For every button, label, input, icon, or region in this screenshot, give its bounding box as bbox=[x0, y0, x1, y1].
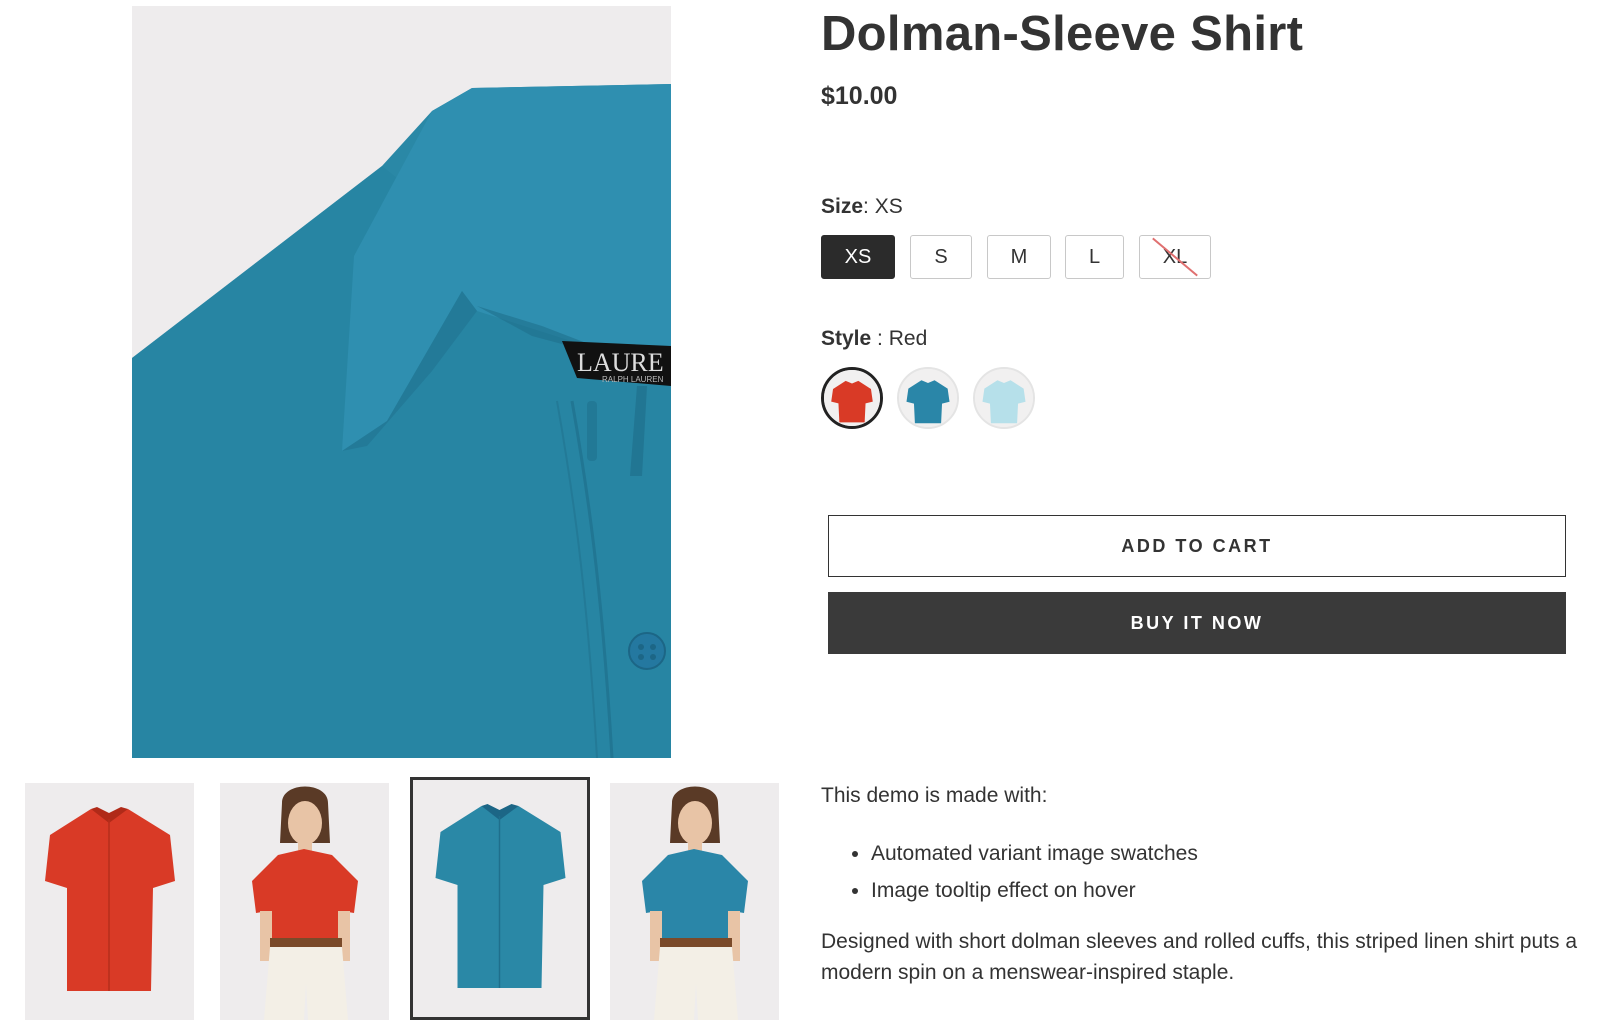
feature-item: Image tooltip effect on hover bbox=[871, 875, 1581, 906]
size-option-xs[interactable]: XS bbox=[821, 235, 895, 279]
style-label-row: Style : Red bbox=[821, 327, 927, 351]
unavailable-strike-icon bbox=[1152, 237, 1198, 277]
buy-now-button[interactable]: BUY IT NOW bbox=[828, 592, 1566, 654]
thumbnail-blue-model[interactable] bbox=[610, 783, 779, 1020]
style-label: Style bbox=[821, 327, 872, 350]
style-separator: : bbox=[871, 327, 889, 350]
size-option-s[interactable]: S bbox=[910, 235, 972, 279]
brand-label-subtext: RALPH LAUREN bbox=[602, 375, 664, 384]
style-swatch-red[interactable] bbox=[821, 367, 883, 429]
product-price: $10.00 bbox=[821, 82, 898, 110]
style-swatch-light-blue[interactable] bbox=[973, 367, 1035, 429]
main-product-image[interactable]: LAURE RALPH LAUREN bbox=[132, 6, 671, 758]
style-swatch-blue[interactable] bbox=[897, 367, 959, 429]
thumbnail-blue-flat[interactable] bbox=[410, 777, 590, 1020]
style-selected-value: Red bbox=[888, 327, 928, 350]
description-body: Designed with short dolman sleeves and r… bbox=[821, 930, 1578, 984]
size-separator: : bbox=[863, 195, 875, 218]
product-title: Dolman-Sleeve Shirt bbox=[821, 7, 1304, 61]
thumbnail-red-model[interactable] bbox=[220, 783, 389, 1020]
size-option-xl[interactable]: XL bbox=[1139, 235, 1211, 279]
size-option-m[interactable]: M bbox=[987, 235, 1051, 279]
thumbnail-red-flat[interactable] bbox=[25, 783, 194, 1020]
brand-label-text: LAURE bbox=[577, 348, 664, 377]
add-to-cart-button[interactable]: ADD TO CART bbox=[828, 515, 1566, 577]
size-label: Size bbox=[821, 195, 864, 218]
product-description: This demo is made with: Automated varian… bbox=[821, 780, 1581, 988]
size-selected-value: XS bbox=[874, 195, 903, 218]
size-option-l[interactable]: L bbox=[1065, 235, 1124, 279]
feature-list: Automated variant image swatches Image t… bbox=[821, 838, 1581, 906]
feature-item: Automated variant image swatches bbox=[871, 838, 1581, 869]
size-label-row: Size: XS bbox=[821, 195, 903, 219]
description-intro: This demo is made with: bbox=[821, 784, 1048, 807]
